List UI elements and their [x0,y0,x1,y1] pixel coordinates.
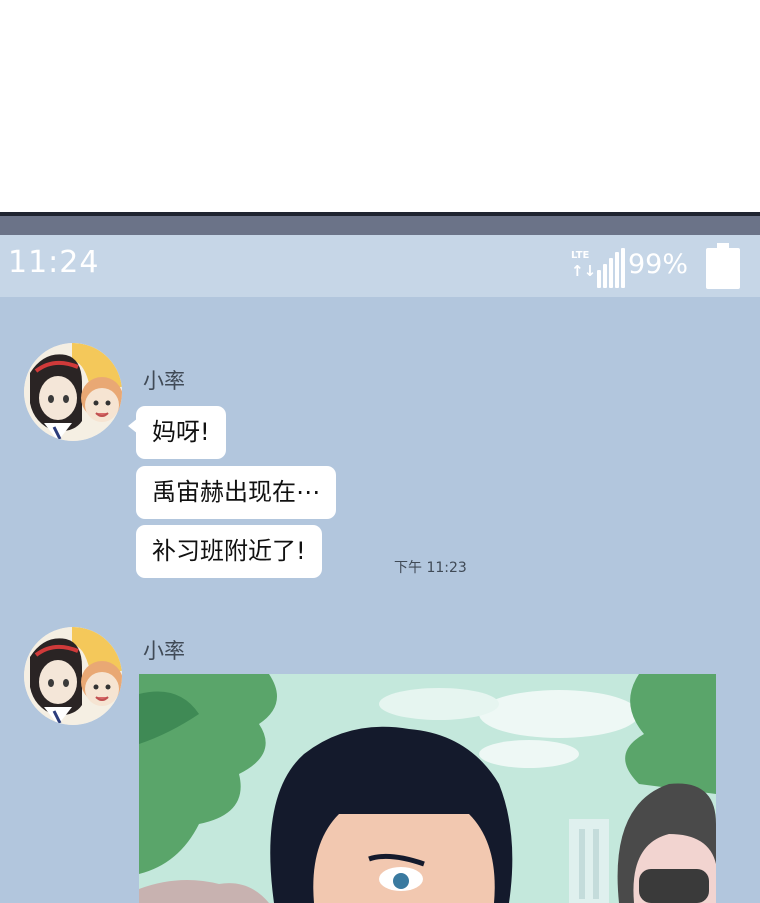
message-bubble[interactable]: 补习班附近了! [136,525,322,578]
message-text: 妈呀! [152,418,210,446]
message-bubble[interactable]: 禹宙赫出现在⋯ [136,466,336,519]
battery-percent: 99% [628,249,689,280]
image-attachment[interactable] [139,674,716,903]
phone-screen: 11:24 LTE ↑↓ 99% 小率 妈呀! 禹宙赫出现在⋯ 补习班附近了! … [0,212,760,903]
message-text: 禹宙赫出现在⋯ [152,478,320,506]
avatar[interactable] [24,627,122,725]
lte-label: LTE [571,250,590,261]
status-time: 11:24 [8,245,100,280]
message-bubble[interactable]: 妈呀! [128,406,226,459]
avatar[interactable] [24,343,122,441]
battery-icon [706,243,740,289]
message-timestamp: 下午 11:23 [394,560,467,576]
phone-bezel [0,216,760,235]
sender-name: 小率 [143,369,185,393]
status-bar: 11:24 LTE ↑↓ 99% [0,235,760,297]
lte-icon: LTE ↑↓ [571,250,597,285]
signal-icon [597,248,625,288]
message-text: 补习班附近了! [152,537,306,565]
network-arrows-icon: ↑↓ [571,262,597,280]
sender-name: 小率 [143,639,185,663]
